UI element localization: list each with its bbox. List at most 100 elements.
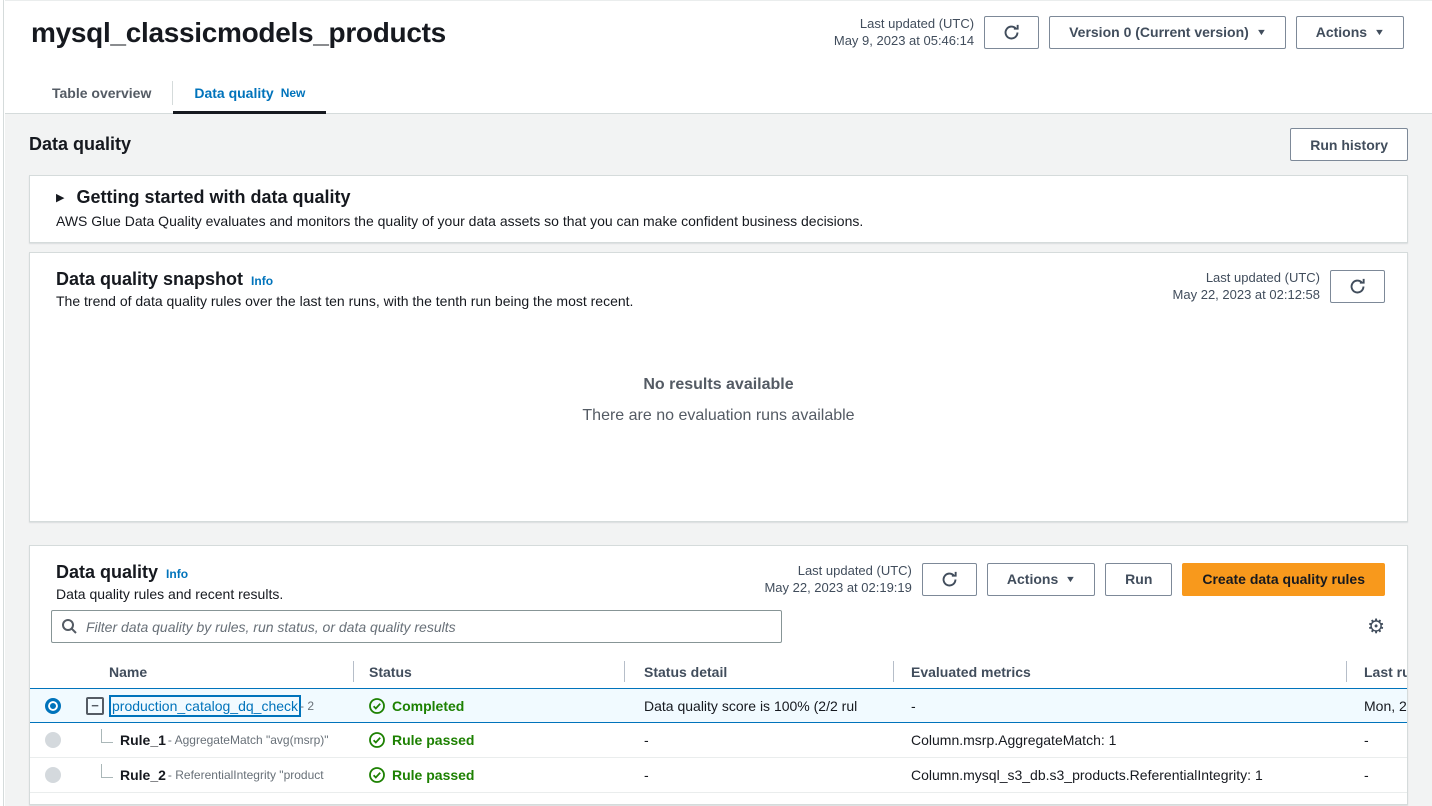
- table-row[interactable]: Rule_2 - ReferentialIntegrity "product R…: [30, 758, 1407, 793]
- getting-started-expander[interactable]: ▶ Getting started with data quality: [56, 187, 1381, 208]
- rule-suffix: - AggregateMatch "avg(msrp)": [168, 733, 329, 747]
- row-name-suffix: - 2: [300, 699, 314, 713]
- version-dropdown[interactable]: Version 0 (Current version) ▼: [1049, 16, 1286, 49]
- table-row[interactable]: − production_catalog_dq_check - 2 Comple…: [30, 688, 1407, 723]
- rules-info-link[interactable]: Info: [166, 567, 188, 581]
- dq-check-link[interactable]: production_catalog_dq_check: [112, 698, 298, 714]
- rules-panel-title: Data quality: [56, 562, 158, 583]
- selection-column-header: [30, 656, 75, 688]
- section-heading: Data quality: [29, 134, 131, 155]
- chevron-down-icon: ▼: [1065, 574, 1076, 584]
- rule-suffix: - ReferentialIntegrity "product: [168, 768, 324, 782]
- snapshot-last-updated-value: May 22, 2023 at 02:12:58: [1173, 286, 1320, 303]
- status-detail-cell: Data quality score is 100% (2/2 rul: [624, 689, 893, 722]
- snapshot-panel: Data quality snapshot Info The trend of …: [29, 252, 1408, 522]
- rules-actions-label: Actions: [1007, 571, 1058, 587]
- snapshot-title: Data quality snapshot: [56, 269, 243, 290]
- status-text: Rule passed: [392, 732, 474, 748]
- rules-actions-dropdown[interactable]: Actions ▼: [987, 563, 1095, 596]
- status-indicator: Rule passed: [369, 767, 474, 783]
- page-header: mysql_classicmodels_products Last update…: [5, 0, 1432, 114]
- getting-started-description: AWS Glue Data Quality evaluates and moni…: [56, 213, 1381, 229]
- column-header-evaluated-metrics: Evaluated metrics: [893, 656, 1346, 688]
- evaluated-metrics-cell: Column.mysql_s3_db.s3_products.Referenti…: [893, 758, 1346, 792]
- glue-table-page: mysql_classicmodels_products Last update…: [5, 0, 1432, 806]
- rule-name: Rule_1: [120, 732, 166, 748]
- rules-last-updated-value: May 22, 2023 at 02:19:19: [764, 579, 911, 596]
- check-circle-icon: [369, 698, 385, 714]
- data-quality-table: Name Status Status detail Evaluated metr…: [30, 656, 1407, 793]
- tree-connector: [101, 729, 113, 743]
- header-last-updated: Last updated (UTC) May 9, 2023 at 05:46:…: [834, 15, 974, 49]
- status-text: Completed: [392, 698, 464, 714]
- create-data-quality-rules-button[interactable]: Create data quality rules: [1182, 563, 1385, 596]
- new-badge: New: [281, 86, 306, 100]
- last-run-cell: Mon, 22: [1346, 689, 1407, 722]
- side-nav-edge: [0, 0, 4, 806]
- row-radio-disabled: [45, 767, 61, 783]
- content-area: Data quality Run history ▶ Getting start…: [5, 114, 1432, 806]
- row-radio-disabled: [45, 732, 61, 748]
- evaluated-metrics-cell: -: [893, 689, 1346, 722]
- last-updated-value: May 9, 2023 at 05:46:14: [834, 32, 974, 49]
- collapse-row-icon[interactable]: −: [86, 697, 104, 715]
- refresh-icon: [1349, 278, 1366, 295]
- page-title: mysql_classicmodels_products: [31, 15, 446, 49]
- evaluated-metrics-cell: Column.msrp.AggregateMatch: 1: [893, 723, 1346, 757]
- column-header-status-detail: Status detail: [624, 656, 893, 688]
- tab-table-overview-label: Table overview: [52, 85, 151, 101]
- snapshot-last-updated-label: Last updated (UTC): [1173, 269, 1320, 286]
- tab-data-quality[interactable]: Data quality New: [173, 73, 326, 113]
- status-indicator: Completed: [369, 698, 464, 714]
- last-run-cell: -: [1346, 758, 1407, 792]
- table-preferences-button[interactable]: ⚙: [1365, 615, 1387, 639]
- rule-name: Rule_2: [120, 767, 166, 783]
- last-run-cell: -: [1346, 723, 1407, 757]
- snapshot-description: The trend of data quality rules over the…: [56, 293, 633, 309]
- column-header-name: Name: [75, 656, 353, 688]
- rules-panel-description: Data quality rules and recent results.: [56, 586, 283, 602]
- empty-state-title: No results available: [643, 376, 793, 394]
- expand-arrow-icon: ▶: [56, 191, 64, 204]
- version-dropdown-label: Version 0 (Current version): [1069, 24, 1249, 40]
- snapshot-empty-state: No results available There are no evalua…: [30, 309, 1407, 521]
- last-updated-label: Last updated (UTC): [834, 15, 974, 32]
- row-radio-selected[interactable]: [45, 698, 61, 714]
- snapshot-last-updated: Last updated (UTC) May 22, 2023 at 02:12…: [1173, 269, 1320, 303]
- filter-input[interactable]: [51, 610, 782, 643]
- rules-last-updated: Last updated (UTC) May 22, 2023 at 02:19…: [764, 562, 911, 596]
- check-circle-icon: [369, 767, 385, 783]
- snapshot-refresh-button[interactable]: [1330, 270, 1385, 303]
- search-icon: [61, 618, 77, 634]
- chevron-down-icon: ▼: [1374, 27, 1385, 37]
- run-button[interactable]: Run: [1105, 563, 1172, 596]
- status-indicator: Rule passed: [369, 732, 474, 748]
- data-quality-rules-panel: Data quality Info Data quality rules and…: [29, 545, 1408, 805]
- rules-refresh-button[interactable]: [922, 563, 977, 596]
- table-header-row: Name Status Status detail Evaluated metr…: [30, 656, 1407, 688]
- refresh-button[interactable]: [984, 16, 1039, 49]
- tab-data-quality-label: Data quality: [194, 85, 273, 101]
- gear-icon: ⚙: [1367, 616, 1385, 638]
- chevron-down-icon: ▼: [1256, 27, 1267, 37]
- tab-table-overview[interactable]: Table overview: [31, 73, 172, 113]
- run-history-button[interactable]: Run history: [1290, 128, 1408, 161]
- column-header-status: Status: [353, 656, 624, 688]
- refresh-icon: [941, 571, 958, 588]
- snapshot-info-link[interactable]: Info: [251, 274, 273, 288]
- column-header-last-run: Last run.: [1346, 656, 1407, 688]
- check-circle-icon: [369, 732, 385, 748]
- tab-bar: Table overview Data quality New: [31, 73, 1404, 113]
- actions-dropdown-label: Actions: [1316, 24, 1367, 40]
- refresh-icon: [1003, 24, 1020, 41]
- table-row[interactable]: Rule_1 - AggregateMatch "avg(msrp)" Rule…: [30, 723, 1407, 758]
- getting-started-panel: ▶ Getting started with data quality AWS …: [29, 175, 1408, 243]
- status-detail-cell: -: [624, 758, 893, 792]
- empty-state-message: There are no evaluation runs available: [582, 407, 854, 425]
- tree-connector: [101, 764, 113, 778]
- rules-last-updated-label: Last updated (UTC): [764, 562, 911, 579]
- actions-dropdown[interactable]: Actions ▼: [1296, 16, 1404, 49]
- status-detail-cell: -: [624, 723, 893, 757]
- getting-started-title: Getting started with data quality: [76, 187, 350, 208]
- status-text: Rule passed: [392, 767, 474, 783]
